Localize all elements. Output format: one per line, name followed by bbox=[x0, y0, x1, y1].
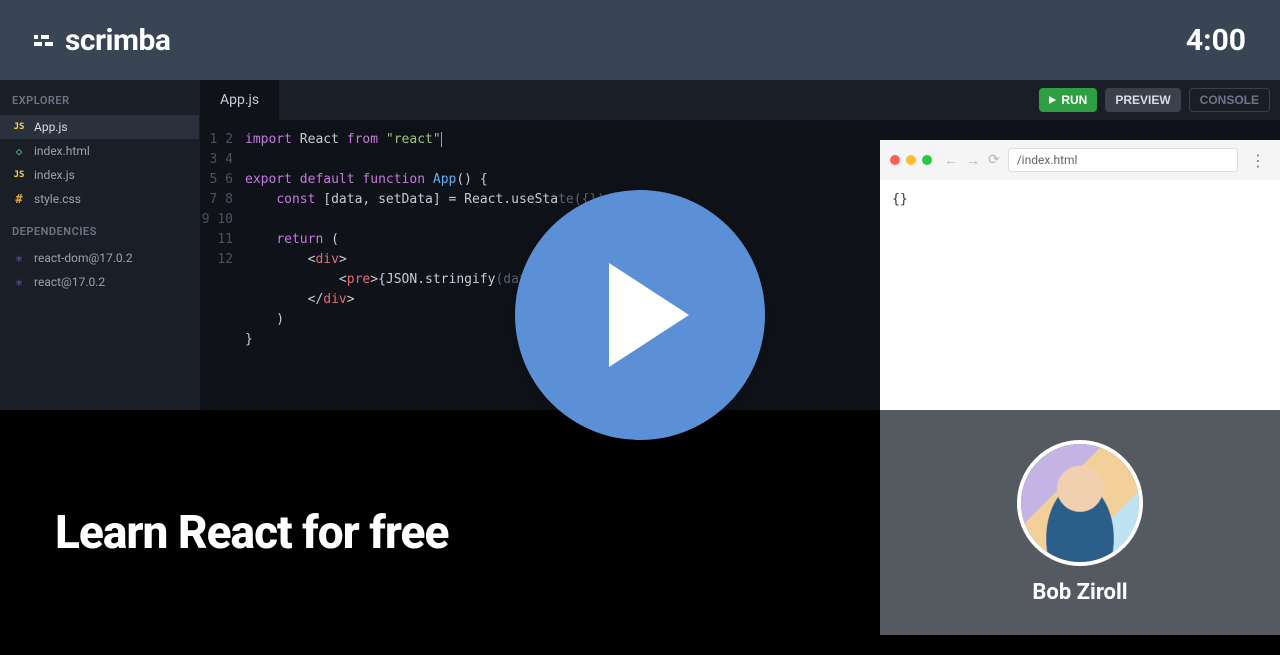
deps-list: ⚛ react-dom@17.0.2 ⚛ react@17.0.2 bbox=[0, 246, 199, 294]
avatar-image bbox=[1021, 444, 1139, 562]
run-label: RUN bbox=[1061, 93, 1087, 107]
run-button[interactable]: RUN bbox=[1039, 88, 1097, 112]
file-name: index.js bbox=[34, 168, 75, 182]
window-controls bbox=[890, 155, 932, 165]
avatar bbox=[1017, 440, 1143, 566]
play-icon bbox=[1049, 96, 1056, 104]
dependency-name: react@17.0.2 bbox=[34, 275, 105, 289]
zoom-dot-icon[interactable] bbox=[922, 155, 932, 165]
file-type-icon: JS bbox=[12, 170, 26, 180]
logo-icon bbox=[34, 35, 53, 46]
file-list: JS App.js ◇ index.html JS index.js # style.css bbox=[0, 115, 199, 211]
file-name: index.html bbox=[34, 144, 90, 158]
brand-text: scrimba bbox=[65, 23, 170, 58]
preview-button[interactable]: PREVIEW bbox=[1105, 88, 1180, 112]
browser-toolbar: ← → ⟳ /index.html ⋮ bbox=[880, 140, 1280, 180]
tab-actions: RUN PREVIEW CONSOLE bbox=[1039, 88, 1270, 112]
instructor-card[interactable]: Bob Ziroll bbox=[880, 410, 1280, 635]
file-type-icon: JS bbox=[12, 122, 26, 132]
dependencies-heading: DEPENDENCIES bbox=[0, 211, 199, 246]
brand-logo[interactable]: scrimba bbox=[34, 23, 170, 58]
play-button[interactable] bbox=[515, 190, 765, 440]
file-type-icon: # bbox=[12, 192, 26, 206]
tab-active[interactable]: App.js bbox=[200, 80, 279, 120]
dependency-item[interactable]: ⚛ react@17.0.2 bbox=[0, 270, 199, 294]
file-item[interactable]: # style.css bbox=[0, 187, 199, 211]
instructor-name: Bob Ziroll bbox=[1032, 580, 1127, 605]
back-icon[interactable]: ← bbox=[944, 152, 958, 169]
browser-preview: ← → ⟳ /index.html ⋮ {} bbox=[880, 140, 1280, 410]
package-icon: ⚛ bbox=[12, 252, 26, 265]
app-header: scrimba 4:00 bbox=[0, 0, 1280, 80]
dependency-name: react-dom@17.0.2 bbox=[34, 251, 133, 265]
play-icon bbox=[609, 263, 689, 367]
file-item[interactable]: ◇ index.html bbox=[0, 139, 199, 163]
forward-icon[interactable]: → bbox=[966, 152, 980, 169]
preview-label: PREVIEW bbox=[1115, 93, 1170, 107]
console-button[interactable]: CONSOLE bbox=[1189, 88, 1270, 112]
sidebar: EXPLORER JS App.js ◇ index.html JS index.js # s… bbox=[0, 80, 200, 410]
console-label: CONSOLE bbox=[1200, 93, 1259, 107]
file-item[interactable]: JS App.js bbox=[0, 115, 199, 139]
address-text: /index.html bbox=[1017, 153, 1078, 167]
file-name: style.css bbox=[34, 192, 81, 206]
line-gutter: 1 2 3 4 5 6 7 8 9 10 11 12 bbox=[200, 130, 245, 370]
reload-icon[interactable]: ⟳ bbox=[988, 152, 1000, 168]
dependency-item[interactable]: ⚛ react-dom@17.0.2 bbox=[0, 246, 199, 270]
video-time: 4:00 bbox=[1186, 23, 1246, 58]
package-icon: ⚛ bbox=[12, 276, 26, 289]
close-dot-icon[interactable] bbox=[890, 155, 900, 165]
explorer-heading: EXPLORER bbox=[0, 80, 199, 115]
minimize-dot-icon[interactable] bbox=[906, 155, 916, 165]
tab-bar: App.js RUN PREVIEW CONSOLE bbox=[200, 80, 1280, 120]
kebab-menu-icon[interactable]: ⋮ bbox=[1246, 151, 1270, 170]
preview-output: {} bbox=[880, 180, 1280, 219]
address-bar[interactable]: /index.html bbox=[1008, 148, 1238, 172]
file-item[interactable]: JS index.js bbox=[0, 163, 199, 187]
file-type-icon: ◇ bbox=[12, 145, 26, 158]
file-name: App.js bbox=[34, 120, 68, 134]
course-title: Learn React for free bbox=[55, 506, 448, 560]
